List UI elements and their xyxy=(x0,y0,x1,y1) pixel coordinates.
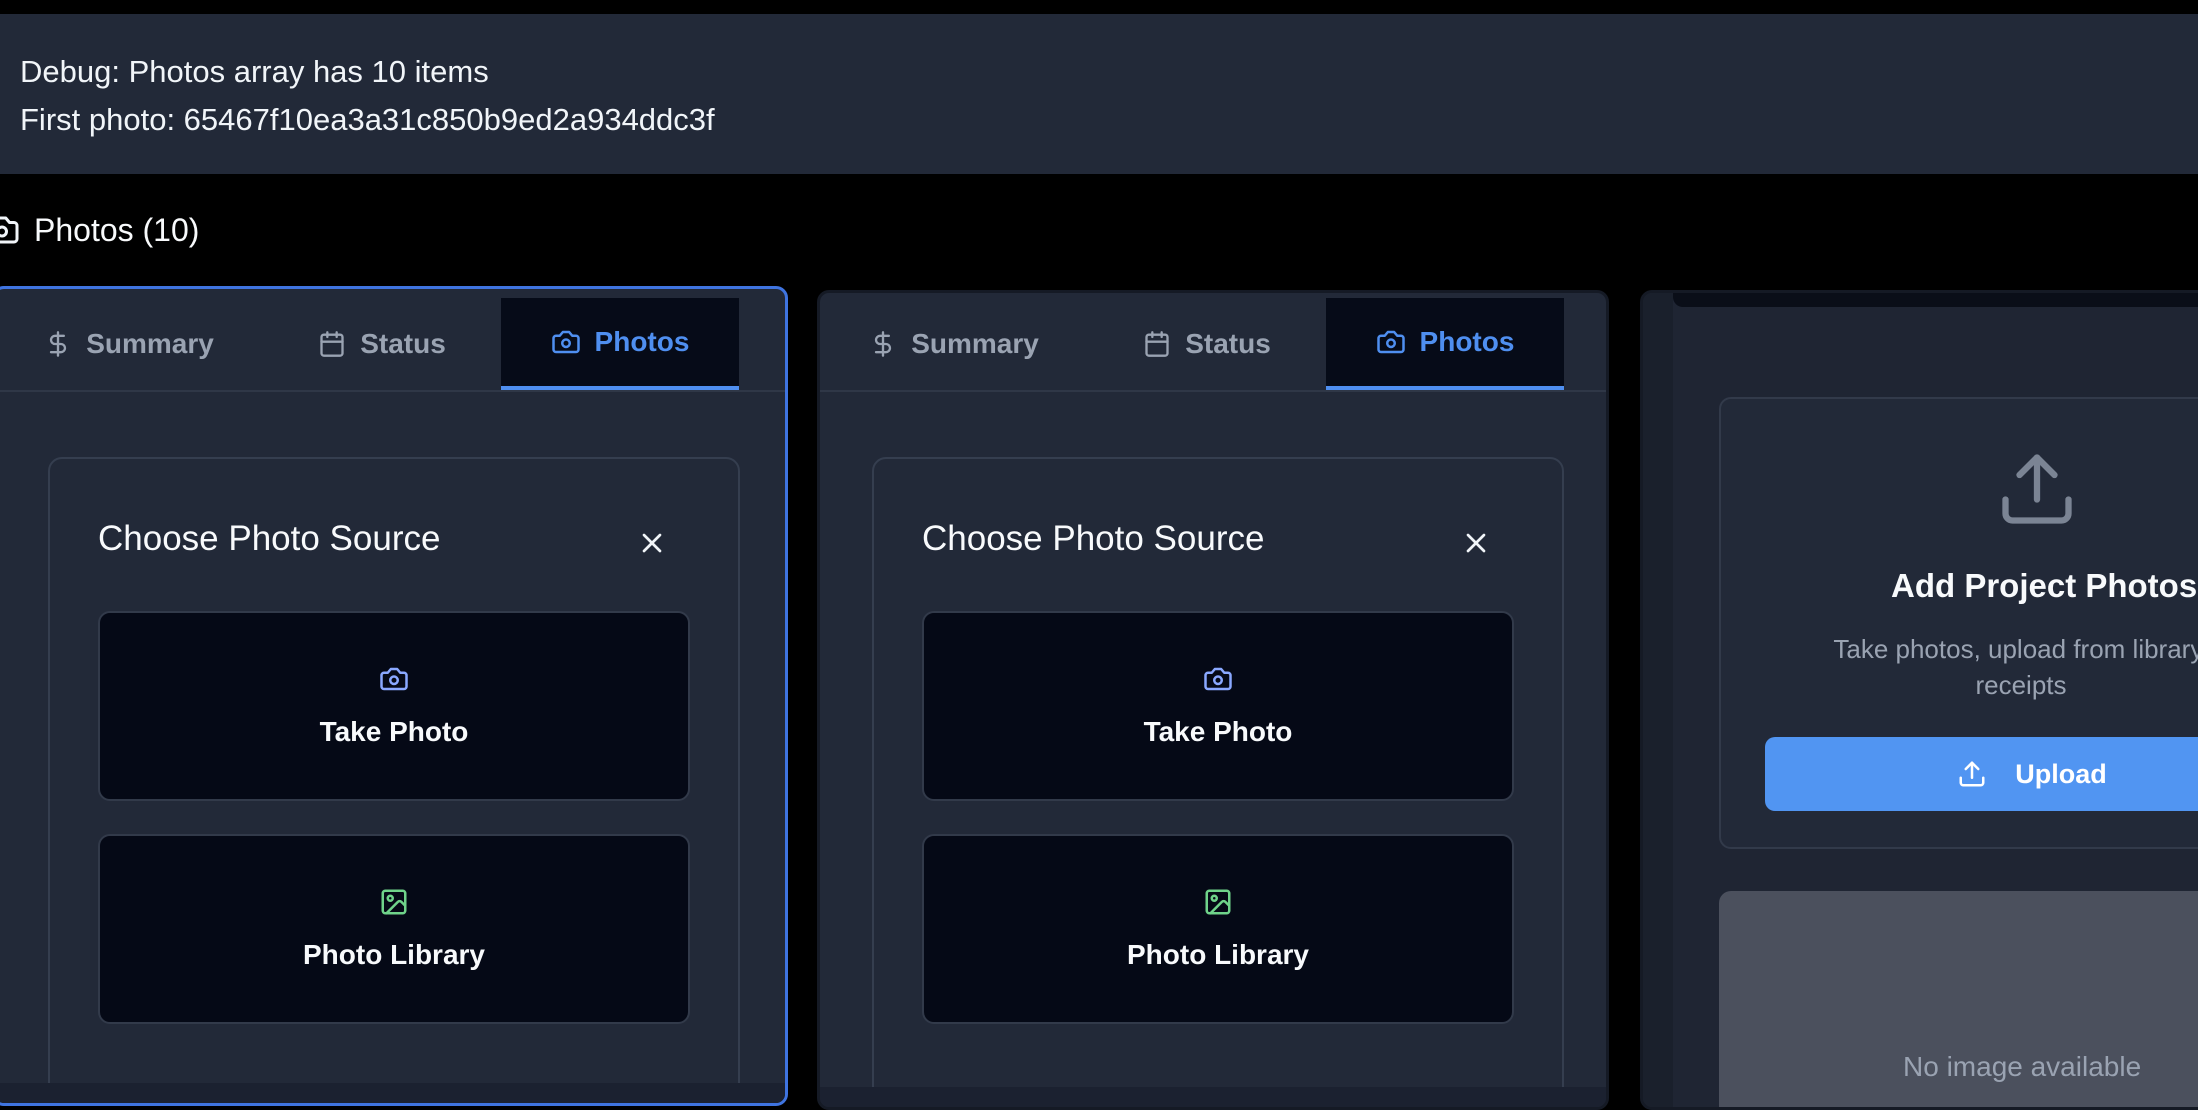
dialog-title: Choose Photo Source xyxy=(922,519,1265,558)
debug-count-text: Debug: Photos array has 10 items xyxy=(20,54,489,89)
tab-bar: Summary Status Photos xyxy=(820,298,1606,392)
photo-library-label: Photo Library xyxy=(1126,939,1309,970)
photos-section-header: Photos (10) xyxy=(0,206,199,254)
calendar-icon xyxy=(320,331,344,357)
dollar-icon xyxy=(875,331,892,357)
tab-bar: Summary Status Photos xyxy=(0,298,785,392)
tab-label: Summary xyxy=(911,328,1039,359)
camera-icon xyxy=(0,216,19,244)
tab-photos[interactable]: Photos xyxy=(1326,298,1564,390)
debug-first-photo-text: First photo: 65467f10ea3a31c850b9ed2a934… xyxy=(20,102,715,137)
upload-button-label: Upload xyxy=(2015,758,2107,789)
tab-label: Status xyxy=(1185,328,1271,359)
take-photo-button[interactable]: Take Photo xyxy=(98,611,690,801)
photo-library-button[interactable]: Photo Library xyxy=(98,834,690,1024)
photo-placeholder[interactable]: No image available xyxy=(1719,891,2198,1107)
tab-label: Photos xyxy=(594,326,690,357)
tab-label: Status xyxy=(360,328,446,359)
dialog-title: Choose Photo Source xyxy=(98,519,441,558)
image-icon xyxy=(381,889,407,915)
upload-icon xyxy=(1959,761,1985,787)
add-photos-title: Add Project Photos xyxy=(1891,567,2198,604)
camera-icon xyxy=(1376,330,1405,354)
take-photo-button[interactable]: Take Photo xyxy=(922,611,1514,801)
calendar-icon xyxy=(1145,331,1169,357)
photo-library-label: Photo Library xyxy=(302,939,485,970)
close-icon[interactable] xyxy=(1460,527,1492,559)
camera-icon xyxy=(551,330,580,354)
close-icon[interactable] xyxy=(636,527,668,559)
image-icon xyxy=(1205,889,1231,915)
debug-panel: Debug: Photos array has 10 items First p… xyxy=(0,14,2198,174)
card-footer-strip xyxy=(0,1083,785,1103)
photo-library-button[interactable]: Photo Library xyxy=(922,834,1514,1024)
photo-source-dialog: Choose Photo Source Take Photo Photo Lib… xyxy=(872,457,1564,1107)
dollar-icon xyxy=(50,331,67,357)
take-photo-label: Take Photo xyxy=(1143,716,1293,747)
camera-icon xyxy=(380,667,408,691)
tab-status[interactable]: Status xyxy=(1122,298,1292,390)
project-card-3[interactable]: Add Project Photos Take photos, upload f… xyxy=(1640,290,2198,1110)
project-card-1[interactable]: Summary Status Photos Choose Photo Sourc… xyxy=(0,286,788,1106)
photo-source-dialog: Choose Photo Source Take Photo Photo Lib… xyxy=(48,457,740,1103)
add-photos-panel: Add Project Photos Take photos, upload f… xyxy=(1719,397,2198,849)
section-title: Photos (10) xyxy=(34,211,200,248)
card-footer-strip xyxy=(820,1087,1606,1107)
tab-status[interactable]: Status xyxy=(297,298,467,390)
tab-label: Summary xyxy=(86,328,214,359)
tab-summary[interactable]: Summary xyxy=(0,298,263,390)
upload-icon xyxy=(2002,454,2072,524)
card-edge xyxy=(1643,293,1673,1107)
upload-button[interactable]: Upload xyxy=(1765,737,2198,811)
add-photos-description: Take photos, upload from library, receip… xyxy=(1833,634,2198,700)
card-top-edge xyxy=(1673,293,2198,307)
camera-icon xyxy=(1204,667,1232,691)
tab-label: Photos xyxy=(1419,326,1515,357)
tab-summary[interactable]: Summary xyxy=(820,298,1088,390)
take-photo-label: Take Photo xyxy=(319,716,469,747)
no-image-text: No image available xyxy=(1903,1051,2142,1082)
project-card-2[interactable]: Summary Status Photos Choose Photo Sourc… xyxy=(817,290,1609,1110)
tab-photos[interactable]: Photos xyxy=(501,298,739,390)
